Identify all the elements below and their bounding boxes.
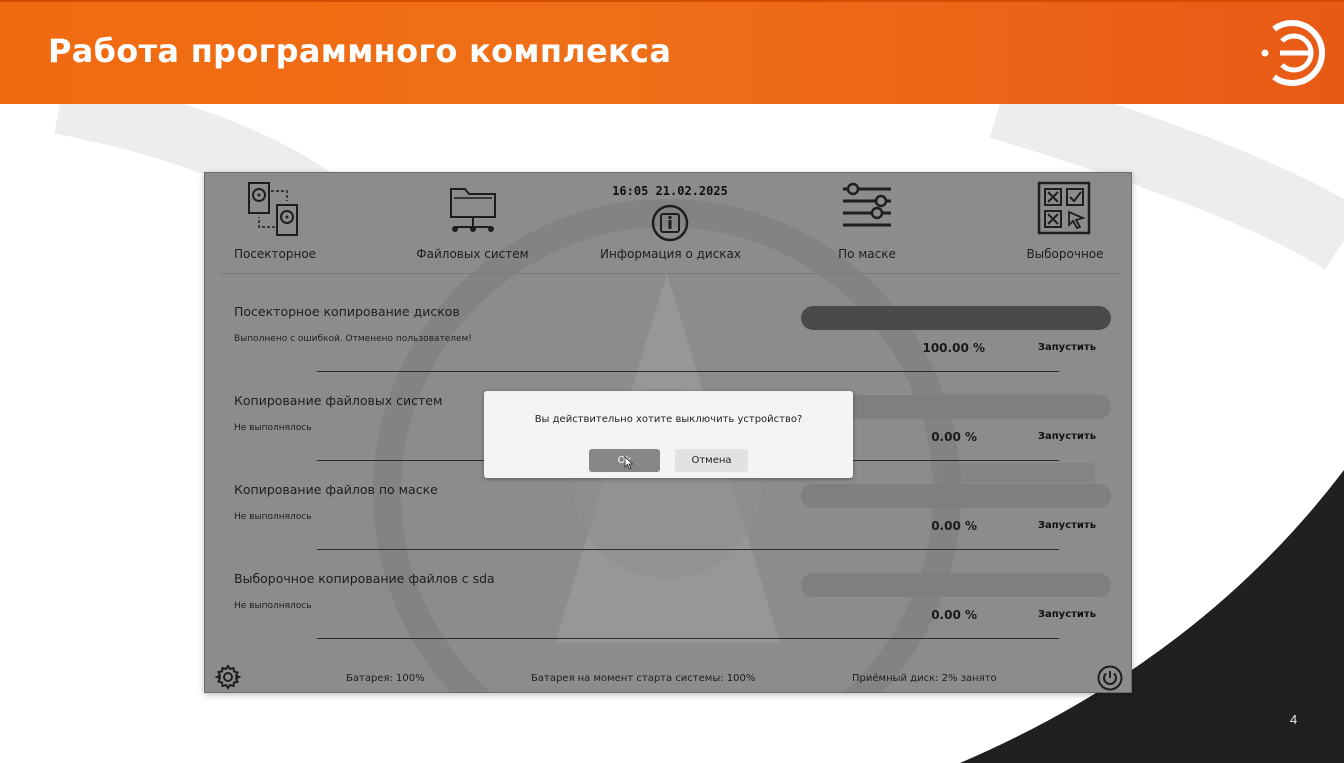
slide-header-bar: Работа программного комплекса — [0, 0, 1344, 104]
start-button[interactable]: Запустить — [1027, 609, 1107, 620]
task-progress-fill — [801, 306, 1111, 330]
sliders-icon — [843, 182, 891, 227]
cancel-button[interactable]: Отмена — [675, 449, 748, 472]
task-status: Выполнено с ошибкой. Отменено пользовате… — [234, 334, 472, 344]
task-progress-bar — [801, 306, 1111, 330]
task-divider — [317, 638, 1059, 639]
nav-divider — [219, 273, 1121, 274]
folder-network-icon — [449, 188, 496, 232]
gear-icon[interactable] — [215, 664, 241, 690]
nav-disk-info[interactable]: Информация о дисках — [600, 173, 741, 273]
nav-mask-label: По маске — [838, 247, 896, 261]
hard-drives-icon — [248, 182, 298, 236]
task-progress-bar — [801, 484, 1111, 508]
task-title: Копирование файлов по маске — [234, 482, 438, 497]
task-status: Не выполнялось — [234, 512, 312, 522]
task-title: Выборочное копирование файлов с sda — [234, 571, 495, 586]
checkbox-grid-icon — [1037, 181, 1091, 235]
mouse-cursor-icon — [624, 456, 634, 470]
page-number: 4 — [1290, 712, 1298, 727]
task-percent: 0.00 % — [931, 519, 977, 533]
task-percent: 0.00 % — [931, 608, 977, 622]
task-divider — [317, 549, 1059, 550]
battery-start-status: Батарея на момент старта системы: 100% — [531, 673, 756, 684]
start-button[interactable]: Запустить — [1027, 431, 1107, 442]
nav-selective-label: Выборочное — [1026, 247, 1104, 261]
task-title: Копирование файловых систем — [234, 393, 443, 408]
receiver-disk-status: Приёмный диск: 2% занято — [852, 673, 997, 684]
task-status: Не выполнялось — [234, 601, 312, 611]
nav-disk-info-label: Информация о дисках — [600, 247, 741, 261]
shutdown-confirm-dialog: Вы действительно хотите выключить устрой… — [484, 391, 853, 478]
nav-sector[interactable]: Посекторное — [225, 173, 325, 273]
nav-filesystems[interactable]: Файловых систем — [410, 173, 535, 273]
power-icon[interactable] — [1097, 665, 1123, 691]
task-percent: 0.00 % — [931, 430, 977, 444]
start-button[interactable]: Запустить — [1027, 520, 1107, 531]
brand-logo-icon — [1261, 20, 1325, 86]
nav-selective[interactable]: Выборочное — [1015, 173, 1115, 273]
battery-status: Батарея: 100% — [346, 673, 425, 684]
start-button[interactable]: Запустить — [1027, 342, 1107, 353]
task-status: Не выполнялось — [234, 423, 312, 433]
task-divider — [317, 371, 1059, 372]
task-progress-bar — [801, 573, 1111, 597]
task-title: Посекторное копирование дисков — [234, 304, 460, 319]
info-icon — [651, 204, 689, 242]
nav-filesystems-label: Файловых систем — [416, 247, 529, 261]
dialog-message: Вы действительно хотите выключить устрой… — [534, 414, 803, 425]
nav-sector-label: Посекторное — [233, 247, 317, 261]
nav-mask[interactable]: По маске — [817, 173, 917, 273]
task-percent: 100.00 % — [922, 341, 985, 355]
slide-title: Работа программного комплекса — [48, 32, 672, 70]
